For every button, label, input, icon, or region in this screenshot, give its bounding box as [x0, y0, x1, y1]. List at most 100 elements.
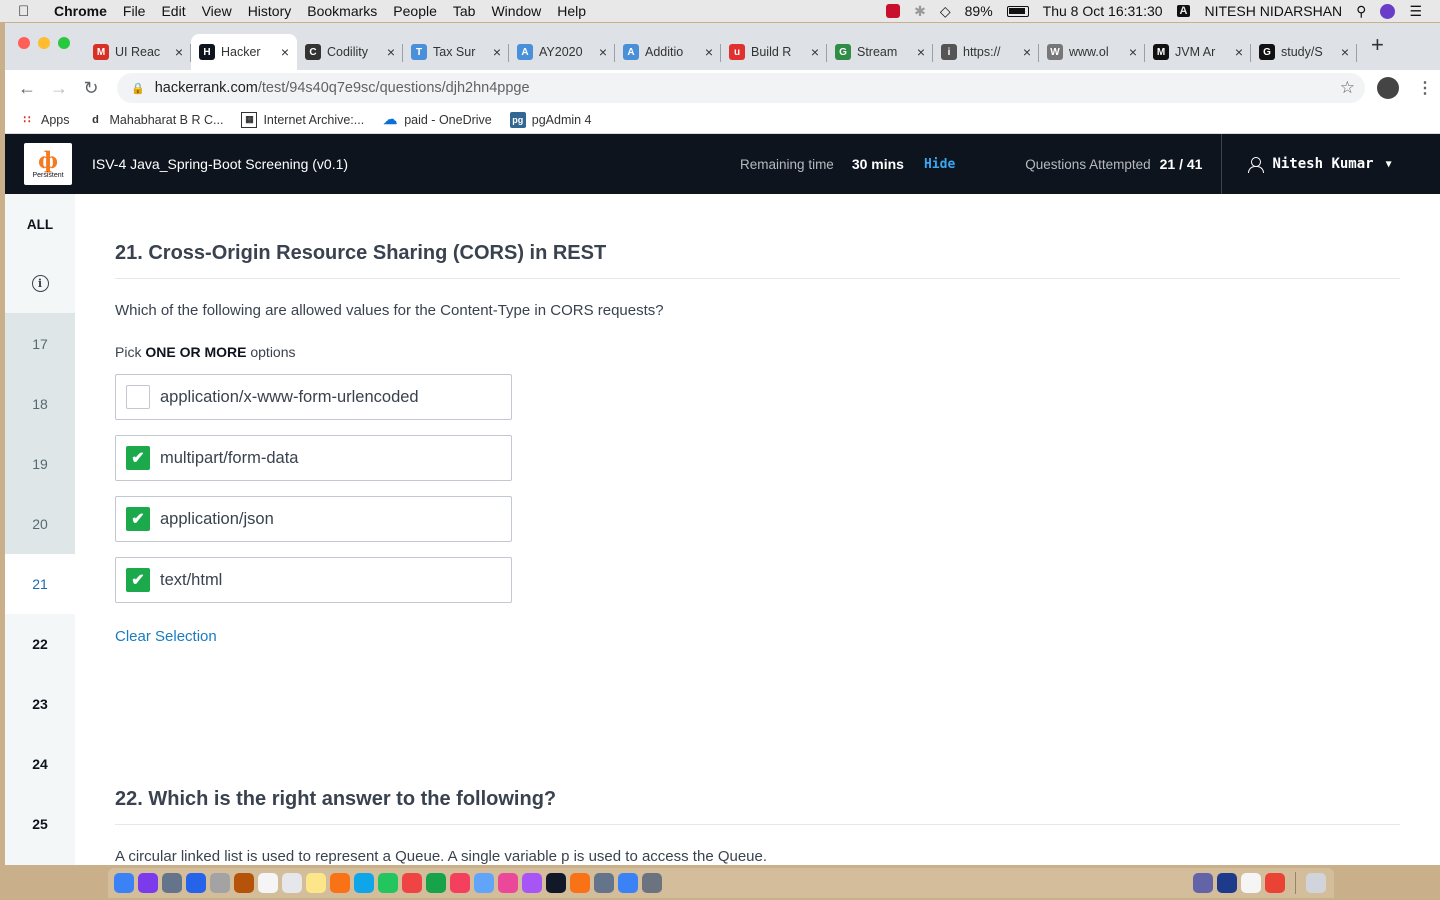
nav-question-item[interactable]: 18	[5, 374, 75, 434]
forward-arrow-icon[interactable]: →	[43, 78, 75, 99]
dock-app-icon[interactable]	[306, 873, 326, 893]
checkbox-checked[interactable]: ✔	[126, 507, 150, 531]
bookmark-mahabharat[interactable]: d Mahabharat B R C...	[88, 112, 223, 128]
wifi-icon[interactable]: ◇	[940, 3, 951, 20]
nav-question-item[interactable]: 23	[5, 674, 75, 734]
close-tab-icon[interactable]: ×	[1341, 44, 1349, 60]
profile-avatar[interactable]	[1377, 77, 1399, 99]
trash-icon[interactable]	[1306, 873, 1326, 893]
mcafee-shield-icon[interactable]	[886, 4, 901, 18]
menu-file[interactable]: File	[123, 3, 146, 19]
new-tab-button[interactable]: +	[1371, 32, 1384, 62]
close-tab-icon[interactable]: ×	[705, 44, 713, 60]
close-tab-icon[interactable]: ×	[281, 44, 289, 60]
close-tab-icon[interactable]: ×	[811, 44, 819, 60]
browser-tab[interactable]: Gstudy/S ×	[1251, 34, 1357, 70]
dock-app-icon[interactable]	[618, 873, 638, 893]
browser-tab[interactable]: M JVM Ar ×	[1145, 34, 1251, 70]
close-tab-icon[interactable]: ×	[917, 44, 925, 60]
nav-question-item[interactable]: 24	[5, 734, 75, 794]
close-tab-icon[interactable]: ×	[1023, 44, 1031, 60]
bookmark-star-icon[interactable]: ☆	[1340, 78, 1355, 98]
nav-question-item[interactable]: 21	[5, 554, 75, 614]
dock-app-icon[interactable]	[114, 873, 134, 893]
dock-app-icon[interactable]	[498, 873, 518, 893]
browser-tab[interactable]: H Hacker ×	[191, 34, 297, 70]
answer-option[interactable]: ✔ text/html	[115, 557, 512, 603]
close-tab-icon[interactable]: ×	[175, 44, 183, 60]
dock-app-icon[interactable]	[402, 873, 422, 893]
dock-app-icon[interactable]	[594, 873, 614, 893]
browser-tab[interactable]: A Additio ×	[615, 34, 721, 70]
close-window-button[interactable]	[18, 37, 30, 49]
browser-tab[interactable]: G Stream ×	[827, 34, 933, 70]
dock-app-icon[interactable]	[186, 873, 206, 893]
dock-app-icon[interactable]	[378, 873, 398, 893]
bluetooth-icon[interactable]: ✱	[914, 3, 926, 20]
browser-tab[interactable]: i https:// ×	[933, 34, 1039, 70]
checkbox-checked[interactable]: ✔	[126, 446, 150, 470]
checkbox-checked[interactable]: ✔	[126, 568, 150, 592]
close-tab-icon[interactable]: ×	[387, 44, 395, 60]
dock-app-icon[interactable]	[282, 873, 302, 893]
answer-option[interactable]: application/x-www-form-urlencoded	[115, 374, 512, 420]
dock-app-icon[interactable]	[450, 873, 470, 893]
apple-icon[interactable]: 	[18, 3, 40, 20]
nav-question-item[interactable]: 20	[5, 494, 75, 554]
browser-tab[interactable]: T Tax Sur ×	[403, 34, 509, 70]
zoom-window-button[interactable]	[58, 37, 70, 49]
browser-tab[interactable]: Wwww.ol ×	[1039, 34, 1145, 70]
siri-icon[interactable]	[1380, 3, 1396, 19]
browser-tab[interactable]: C Codility ×	[297, 34, 403, 70]
dock-app-icon[interactable]	[258, 873, 278, 893]
menu-window[interactable]: Window	[491, 3, 541, 19]
menu-edit[interactable]: Edit	[161, 3, 185, 19]
reload-icon[interactable]: ↻	[75, 78, 107, 99]
answer-option[interactable]: ✔ application/json	[115, 496, 512, 542]
menu-view[interactable]: View	[202, 3, 232, 19]
close-tab-icon[interactable]: ×	[1235, 44, 1243, 60]
user-menu[interactable]: Nitesh Kumar ▼	[1248, 156, 1392, 173]
minimize-window-button[interactable]	[38, 37, 50, 49]
dock-app-icon[interactable]	[1217, 873, 1237, 893]
dock-app-icon[interactable]	[138, 873, 158, 893]
back-arrow-icon[interactable]: ←	[11, 78, 43, 99]
close-tab-icon[interactable]: ×	[599, 44, 607, 60]
dock-app-icon[interactable]	[234, 873, 254, 893]
dock-app-icon[interactable]	[522, 873, 542, 893]
clock[interactable]: Thu 8 Oct 16:31:30	[1043, 3, 1163, 19]
notification-center-icon[interactable]: ☰	[1409, 3, 1422, 20]
menu-app-name[interactable]: Chrome	[54, 3, 107, 19]
nav-all-questions[interactable]: ALL	[5, 194, 75, 254]
bookmark-internet-archive[interactable]: ▦ Internet Archive:...	[241, 111, 364, 128]
battery-percent[interactable]: 89%	[965, 3, 993, 19]
menu-bookmarks[interactable]: Bookmarks	[307, 3, 377, 19]
answer-option[interactable]: ✔ multipart/form-data	[115, 435, 512, 481]
dock-app-icon[interactable]	[1193, 873, 1213, 893]
dock-app-icon[interactable]	[426, 873, 446, 893]
battery-icon[interactable]	[1006, 5, 1029, 17]
dock-app-icon[interactable]	[210, 873, 230, 893]
dock-app-icon[interactable]	[546, 873, 566, 893]
hide-timer-button[interactable]: Hide	[924, 157, 955, 172]
bookmark-pgadmin[interactable]: pg pgAdmin 4	[509, 111, 592, 128]
dock-app-icon[interactable]	[474, 873, 494, 893]
menu-people[interactable]: People	[393, 3, 437, 19]
close-tab-icon[interactable]: ×	[1129, 44, 1137, 60]
address-bar[interactable]: 🔒 hackerrank.com/test/94s40q7e9sc/questi…	[117, 73, 1365, 103]
dock-app-icon[interactable]	[162, 873, 182, 893]
dock-app-icon[interactable]	[1241, 873, 1261, 893]
lock-icon[interactable]: 🔒	[131, 82, 145, 95]
browser-tab[interactable]: A AY2020 ×	[509, 34, 615, 70]
nav-question-item[interactable]: 17	[5, 314, 75, 374]
dock-app-icon[interactable]	[1265, 873, 1285, 893]
nav-question-item[interactable]: 22	[5, 614, 75, 674]
close-tab-icon[interactable]: ×	[493, 44, 501, 60]
menu-history[interactable]: History	[248, 3, 292, 19]
browser-tab[interactable]: u Build R ×	[721, 34, 827, 70]
clear-selection-link[interactable]: Clear Selection	[115, 628, 217, 645]
dock-app-icon[interactable]	[570, 873, 590, 893]
user-account-name[interactable]: NITESH NIDARSHAN	[1204, 3, 1342, 19]
nav-instructions[interactable]: i	[5, 254, 75, 314]
nav-question-item[interactable]: 25	[5, 794, 75, 854]
